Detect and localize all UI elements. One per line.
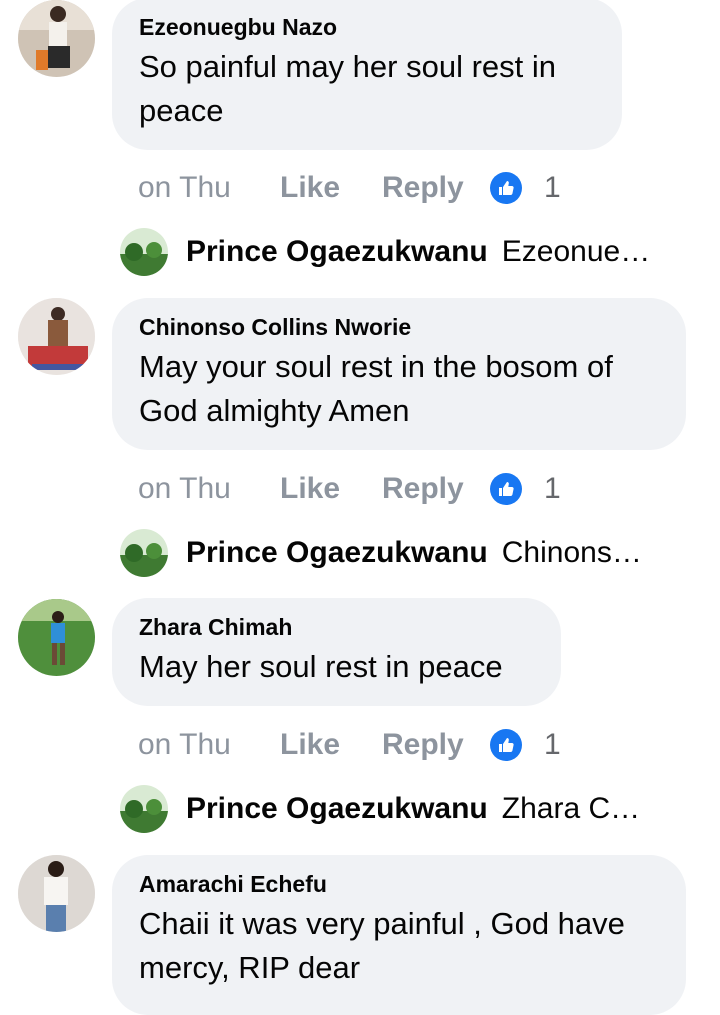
- comment-actions: on Thu Like Reply 1: [138, 469, 561, 509]
- like-button[interactable]: Like: [280, 472, 382, 506]
- comment-bubble: Chinonso Collins Nworie May your soul re…: [112, 298, 686, 450]
- reaction-count[interactable]: 1: [490, 728, 561, 762]
- comment-actions: on Thu Like Reply 1: [138, 725, 561, 765]
- reply-author[interactable]: Prince Ogaezukwanu: [186, 235, 488, 269]
- reply-preview[interactable]: Prince Ogaezukwanu Zhara C…: [120, 783, 680, 835]
- comment-bubble: Amarachi Echefu Chaii it was very painfu…: [112, 855, 686, 1015]
- reply-button[interactable]: Reply: [382, 728, 490, 762]
- comment-time[interactable]: on Thu: [138, 472, 280, 506]
- comment-author[interactable]: Zhara Chimah: [139, 612, 533, 642]
- like-count: 1: [544, 472, 561, 505]
- comment-bubble: Ezeonuegbu Nazo So painful may her soul …: [112, 0, 622, 150]
- comment-author[interactable]: Ezeonuegbu Nazo: [139, 12, 594, 42]
- comment-text: May your soul rest in the bosom of God al…: [139, 349, 613, 428]
- reply-author[interactable]: Prince Ogaezukwanu: [186, 792, 488, 826]
- reply-text: Zhara C…: [501, 792, 641, 825]
- reply-avatar[interactable]: [120, 529, 168, 577]
- like-count: 1: [544, 728, 561, 761]
- reply-button[interactable]: Reply: [382, 171, 490, 205]
- comment-author[interactable]: Amarachi Echefu: [139, 869, 658, 899]
- avatar-zhara[interactable]: [18, 599, 95, 676]
- reply-author[interactable]: Prince Ogaezukwanu: [186, 536, 488, 570]
- comment-text: May her soul rest in peace: [139, 649, 503, 684]
- thumbs-up-icon: [490, 172, 522, 204]
- reply-text: Ezeonue…: [501, 235, 651, 268]
- avatar-amarachi[interactable]: [18, 855, 95, 932]
- reply-avatar[interactable]: [120, 785, 168, 833]
- comment-text: Chaii it was very painful , God have merc…: [139, 906, 625, 985]
- reply-button[interactable]: Reply: [382, 472, 490, 506]
- comment-text: So painful may her soul rest in peace: [139, 49, 556, 128]
- avatar-chinonso[interactable]: [18, 298, 95, 375]
- comment-time[interactable]: on Thu: [138, 171, 280, 205]
- reaction-count[interactable]: 1: [490, 472, 561, 506]
- reply-preview[interactable]: Prince Ogaezukwanu Chinons…: [120, 527, 680, 579]
- like-count: 1: [544, 171, 561, 204]
- comment-actions: on Thu Like Reply 1: [138, 168, 561, 208]
- thumbs-up-icon: [490, 473, 522, 505]
- like-button[interactable]: Like: [280, 171, 382, 205]
- thumbs-up-icon: [490, 729, 522, 761]
- comment-time[interactable]: on Thu: [138, 728, 280, 762]
- reaction-count[interactable]: 1: [490, 171, 561, 205]
- comment-author[interactable]: Chinonso Collins Nworie: [139, 312, 658, 342]
- reply-avatar[interactable]: [120, 228, 168, 276]
- avatar-ezeonuegbu[interactable]: [18, 0, 95, 77]
- reply-preview[interactable]: Prince Ogaezukwanu Ezeonue…: [120, 226, 680, 278]
- comment-bubble: Zhara Chimah May her soul rest in peace: [112, 598, 561, 706]
- reply-text: Chinons…: [501, 536, 642, 569]
- like-button[interactable]: Like: [280, 728, 382, 762]
